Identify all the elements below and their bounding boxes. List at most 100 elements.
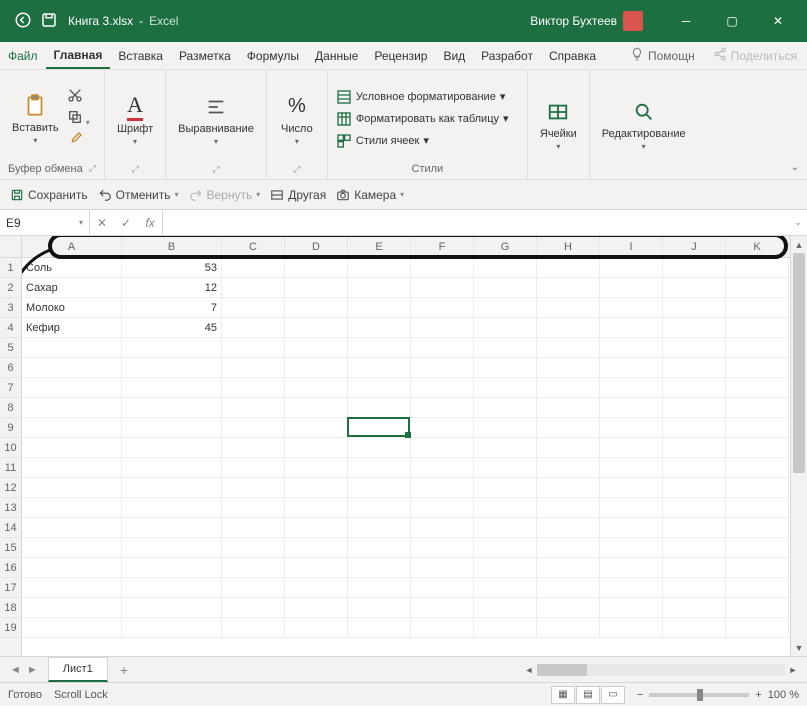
cell[interactable] — [474, 418, 537, 438]
cell[interactable] — [663, 558, 726, 578]
cell[interactable] — [537, 618, 600, 638]
cell[interactable] — [411, 538, 474, 558]
cell[interactable] — [537, 498, 600, 518]
sheet-nav-next[interactable]: ► — [25, 664, 40, 676]
cell[interactable] — [285, 538, 348, 558]
cell[interactable] — [285, 398, 348, 418]
cell[interactable] — [122, 618, 222, 638]
ribbon-tab-вид[interactable]: Вид — [435, 42, 473, 69]
cell[interactable] — [285, 438, 348, 458]
row-header[interactable]: 13 — [0, 498, 21, 518]
cell[interactable] — [285, 558, 348, 578]
row-header[interactable]: 15 — [0, 538, 21, 558]
cell[interactable] — [537, 418, 600, 438]
cell[interactable] — [411, 498, 474, 518]
row-header[interactable]: 4 — [0, 318, 21, 338]
cell[interactable]: 12 — [122, 278, 222, 298]
cell[interactable] — [348, 558, 411, 578]
cell[interactable] — [474, 598, 537, 618]
ribbon-tab-главная[interactable]: Главная — [46, 42, 111, 69]
cell[interactable] — [285, 258, 348, 278]
cell[interactable] — [411, 298, 474, 318]
spreadsheet-grid[interactable]: 12345678910111213141516171819 ABCDEFGHIJ… — [0, 236, 807, 656]
minimize-button[interactable]: ─ — [663, 0, 709, 42]
cell[interactable]: 7 — [122, 298, 222, 318]
paste-button[interactable]: Вставить ▾ — [8, 90, 63, 147]
cell[interactable] — [285, 278, 348, 298]
cell[interactable] — [600, 498, 663, 518]
cell[interactable] — [726, 258, 789, 278]
cell[interactable] — [726, 558, 789, 578]
cell[interactable] — [348, 478, 411, 498]
cell[interactable] — [348, 538, 411, 558]
cell[interactable] — [122, 558, 222, 578]
cell[interactable] — [222, 398, 285, 418]
row-header[interactable]: 14 — [0, 518, 21, 538]
cell[interactable] — [726, 538, 789, 558]
cell[interactable] — [726, 458, 789, 478]
cell[interactable] — [348, 578, 411, 598]
cell[interactable] — [411, 338, 474, 358]
close-button[interactable]: ✕ — [755, 0, 801, 42]
cell[interactable] — [726, 398, 789, 418]
cell[interactable] — [22, 538, 122, 558]
cell[interactable] — [22, 558, 122, 578]
cell[interactable] — [348, 298, 411, 318]
cell[interactable] — [222, 358, 285, 378]
cell[interactable] — [348, 418, 411, 438]
cell[interactable] — [600, 398, 663, 418]
cell[interactable]: Соль — [22, 258, 122, 278]
cell[interactable] — [348, 258, 411, 278]
cell[interactable] — [411, 618, 474, 638]
cell[interactable] — [537, 598, 600, 618]
cell[interactable] — [663, 578, 726, 598]
cell[interactable] — [474, 538, 537, 558]
cells-button[interactable]: Ячейки ▾ — [536, 96, 581, 153]
cell[interactable] — [600, 518, 663, 538]
cell[interactable] — [474, 378, 537, 398]
cell[interactable] — [474, 438, 537, 458]
cell[interactable] — [222, 598, 285, 618]
zoom-out-button[interactable]: − — [637, 689, 643, 701]
cell[interactable] — [285, 478, 348, 498]
cell[interactable] — [474, 498, 537, 518]
cell[interactable] — [122, 418, 222, 438]
cell[interactable]: 53 — [122, 258, 222, 278]
cell[interactable] — [348, 458, 411, 478]
cell[interactable] — [537, 558, 600, 578]
cell[interactable] — [222, 338, 285, 358]
cell[interactable] — [537, 478, 600, 498]
cell[interactable] — [600, 378, 663, 398]
cell[interactable] — [285, 418, 348, 438]
row-header[interactable]: 10 — [0, 438, 21, 458]
maximize-button[interactable]: ▢ — [709, 0, 755, 42]
cell[interactable] — [663, 618, 726, 638]
cell[interactable] — [411, 358, 474, 378]
cell[interactable] — [537, 258, 600, 278]
undo-button[interactable]: Отменить▾ — [98, 188, 179, 202]
format-as-table-button[interactable]: Форматировать как таблицу▾ — [336, 111, 509, 127]
cell[interactable] — [285, 458, 348, 478]
column-header[interactable]: J — [663, 236, 726, 257]
ribbon-tab-данные[interactable]: Данные — [307, 42, 366, 69]
ribbon-tab-разметка[interactable]: Разметка — [171, 42, 239, 69]
view-page-break-button[interactable]: ▭ — [601, 686, 625, 704]
cell[interactable] — [122, 458, 222, 478]
expand-formula-icon[interactable]: ⌄ — [789, 210, 807, 235]
cell[interactable] — [222, 618, 285, 638]
cell[interactable] — [348, 598, 411, 618]
cell[interactable] — [122, 598, 222, 618]
cell[interactable] — [726, 578, 789, 598]
cell[interactable] — [348, 278, 411, 298]
cell[interactable] — [222, 458, 285, 478]
cell[interactable] — [726, 598, 789, 618]
cell[interactable] — [663, 398, 726, 418]
cell[interactable]: Кефир — [22, 318, 122, 338]
column-header[interactable]: K — [726, 236, 789, 257]
fx-icon[interactable]: fx — [138, 216, 162, 230]
cell[interactable] — [22, 418, 122, 438]
cell[interactable] — [122, 518, 222, 538]
cell[interactable] — [122, 578, 222, 598]
cell[interactable] — [411, 318, 474, 338]
row-header[interactable]: 2 — [0, 278, 21, 298]
